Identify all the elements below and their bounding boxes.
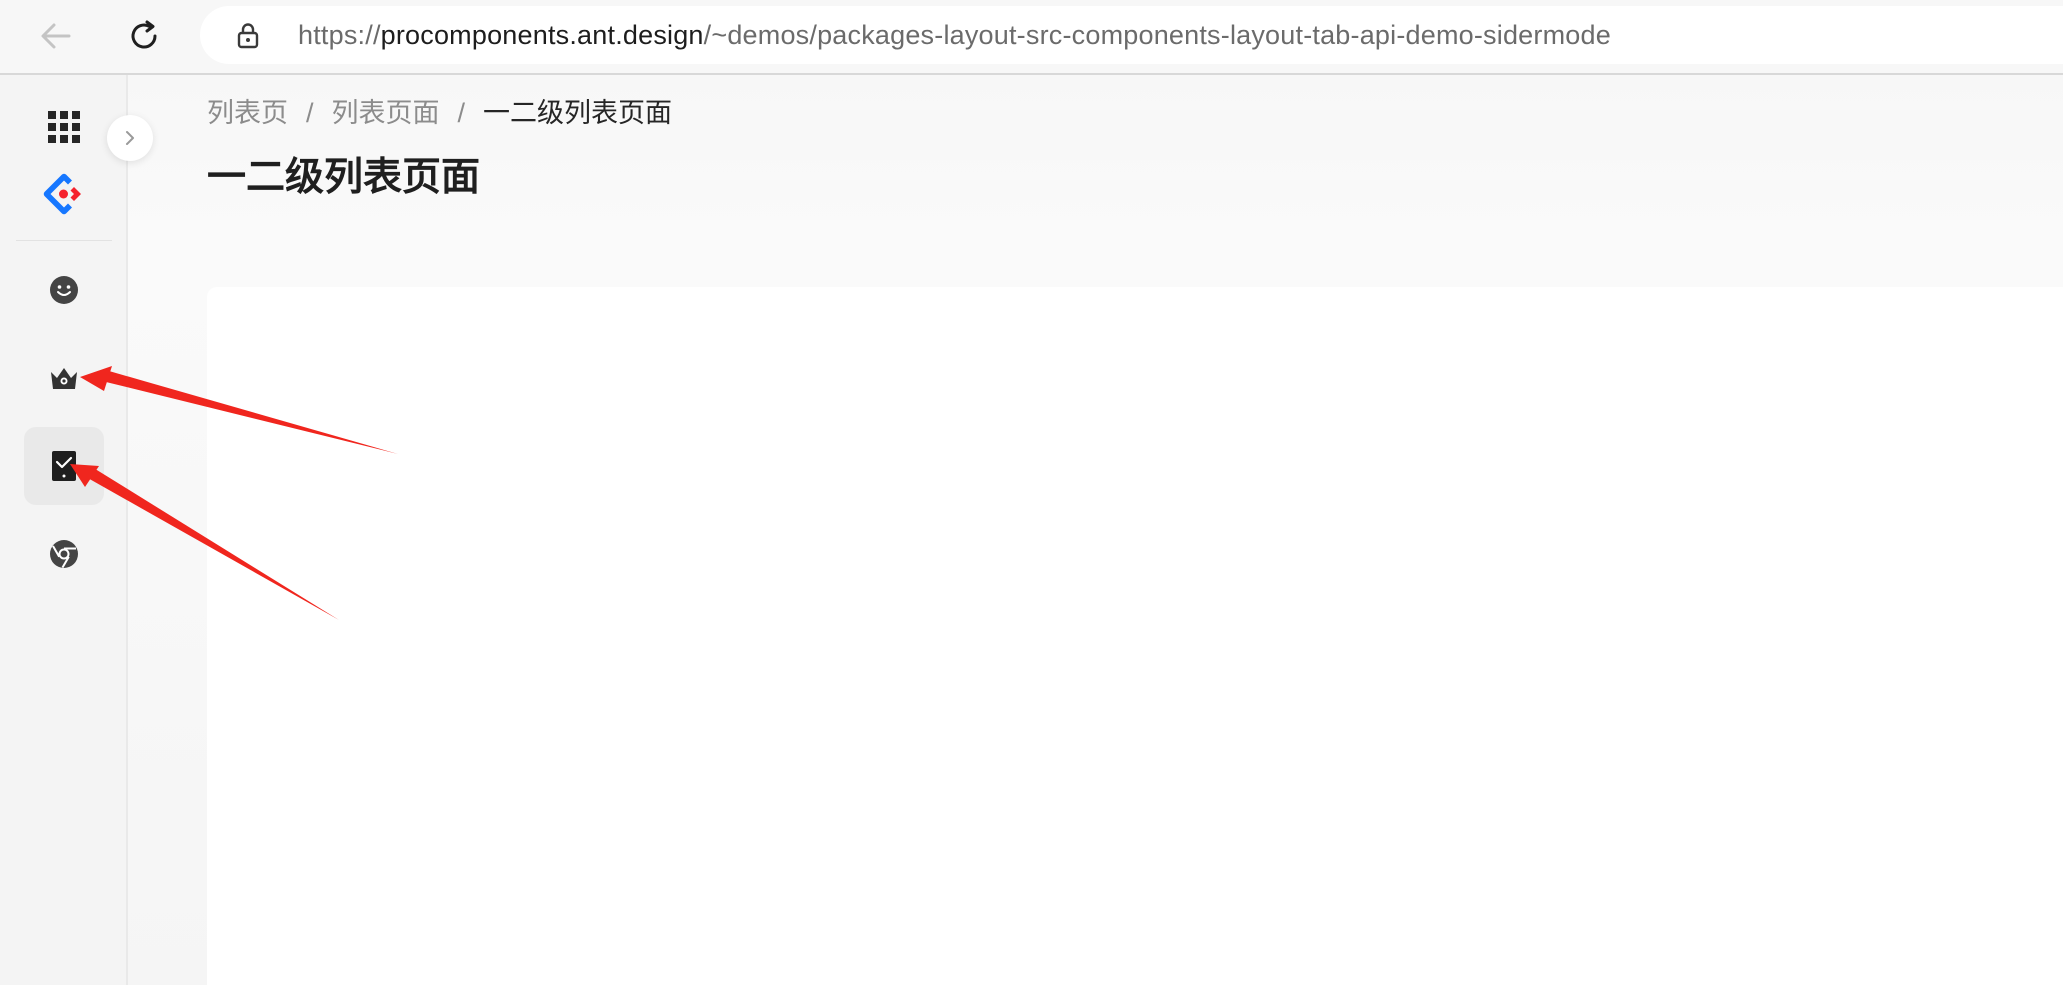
reload-button[interactable] bbox=[120, 12, 168, 60]
sider bbox=[0, 75, 128, 985]
breadcrumb: 列表页 / 列表页面 / 一二级列表页面 bbox=[207, 97, 672, 129]
back-button[interactable] bbox=[32, 12, 80, 60]
breadcrumb-separator: / bbox=[457, 98, 466, 128]
breadcrumb-item-list[interactable]: 列表页 bbox=[207, 98, 288, 128]
reload-icon bbox=[131, 20, 157, 49]
crown-menu-item[interactable] bbox=[24, 339, 104, 417]
chevron-right-icon bbox=[126, 131, 134, 145]
content-card bbox=[207, 287, 2063, 985]
pro-layout: 列表页 / 列表页面 / 一二级列表页面 一二级列表页面 bbox=[0, 75, 2063, 985]
chrome-menu-item[interactable] bbox=[24, 515, 104, 593]
lock-icon[interactable] bbox=[234, 21, 262, 49]
url-path: /~demos/packages-layout-src-components-l… bbox=[703, 20, 1611, 50]
url-text[interactable]: https://procomponents.ant.design/~demos/… bbox=[298, 20, 1611, 50]
ant-design-logo bbox=[43, 173, 81, 215]
crown-icon bbox=[51, 368, 77, 389]
breadcrumb-item-current: 一二级列表页面 bbox=[483, 98, 673, 128]
url-prefix: https:// bbox=[298, 20, 381, 50]
chrome-icon bbox=[50, 540, 78, 569]
url-host: procomponents.ant.design bbox=[380, 20, 704, 50]
tablet-icon bbox=[52, 451, 76, 481]
apps-grid-icon bbox=[48, 111, 80, 143]
sider-collapse-button[interactable] bbox=[107, 115, 153, 161]
smile-icon bbox=[50, 276, 78, 304]
browser-toolbar: https://procomponents.ant.design/~demos/… bbox=[0, 0, 2063, 75]
page-title: 一二级列表页面 bbox=[207, 156, 481, 199]
breadcrumb-separator: / bbox=[306, 98, 314, 128]
back-arrow-icon bbox=[41, 23, 71, 49]
sider-divider bbox=[16, 240, 112, 241]
smile-menu-item[interactable] bbox=[24, 251, 104, 329]
logo-link[interactable] bbox=[24, 155, 104, 233]
address-bar[interactable]: https://procomponents.ant.design/~demos/… bbox=[200, 6, 2063, 64]
tablet-menu-item[interactable] bbox=[24, 427, 104, 505]
breadcrumb-item-list-page[interactable]: 列表页面 bbox=[332, 98, 440, 128]
